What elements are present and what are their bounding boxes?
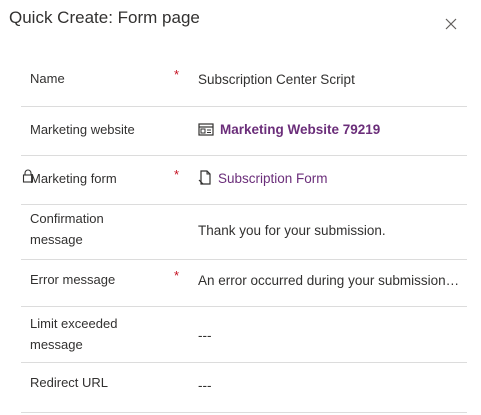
field-row-marketing-form: Marketing form * Subscription Form xyxy=(21,156,467,205)
confirmation-message-field[interactable]: Thank you for your submission. xyxy=(198,221,460,241)
marketing-website-field[interactable]: Marketing Website 79219 xyxy=(198,120,460,140)
redirect-url-label: Redirect URL xyxy=(30,375,109,390)
close-button[interactable] xyxy=(441,14,461,34)
required-marker: * xyxy=(174,67,180,82)
marketing-form-link[interactable]: Subscription Form xyxy=(218,171,328,186)
marketing-website-link[interactable]: Marketing Website 79219 xyxy=(220,122,380,137)
name-label: Name xyxy=(30,71,65,86)
redirect-url-field[interactable]: --- xyxy=(198,376,460,396)
field-row-error-message: Error message * An error occurred during… xyxy=(21,260,467,307)
name-field[interactable]: Subscription Center Script xyxy=(198,70,460,90)
marketing-form-field[interactable]: Subscription Form xyxy=(198,169,460,189)
field-row-redirect-url: Redirect URL --- xyxy=(21,363,467,413)
limit-exceeded-message-label-line2: message xyxy=(30,337,83,352)
dialog-title: Quick Create: Form page xyxy=(9,8,200,27)
form-body: Name * Subscription Center Script Market… xyxy=(0,57,481,413)
field-row-limit-exceeded-message: Limit exceeded message --- xyxy=(21,307,467,363)
marketing-website-label: Marketing website xyxy=(30,122,135,137)
form-entity-icon xyxy=(198,170,211,185)
error-message-field[interactable]: An error occurred during your submission… xyxy=(198,271,460,291)
required-marker: * xyxy=(174,268,180,283)
required-marker: * xyxy=(174,167,180,182)
confirmation-message-label-line2: message xyxy=(30,232,83,247)
confirmation-message-label-line1: Confirmation xyxy=(30,211,104,226)
field-row-confirmation-message: Confirmation message Thank you for your … xyxy=(21,205,467,260)
marketing-form-label: Marketing form xyxy=(30,171,117,186)
confirmation-message-label: Confirmation message xyxy=(30,208,104,250)
field-row-marketing-website: Marketing website Marketing Website 7921… xyxy=(21,107,467,156)
website-entity-icon xyxy=(198,123,214,136)
marketing-form-label-wrap: Marketing form xyxy=(22,168,117,189)
close-icon xyxy=(445,18,457,30)
error-message-label: Error message xyxy=(30,272,116,287)
limit-exceeded-message-label: Limit exceeded message xyxy=(30,313,117,355)
limit-exceeded-message-field[interactable]: --- xyxy=(198,326,460,346)
lock-icon xyxy=(22,169,34,183)
field-row-name: Name * Subscription Center Script xyxy=(21,57,467,107)
limit-exceeded-message-label-line1: Limit exceeded xyxy=(30,316,118,331)
